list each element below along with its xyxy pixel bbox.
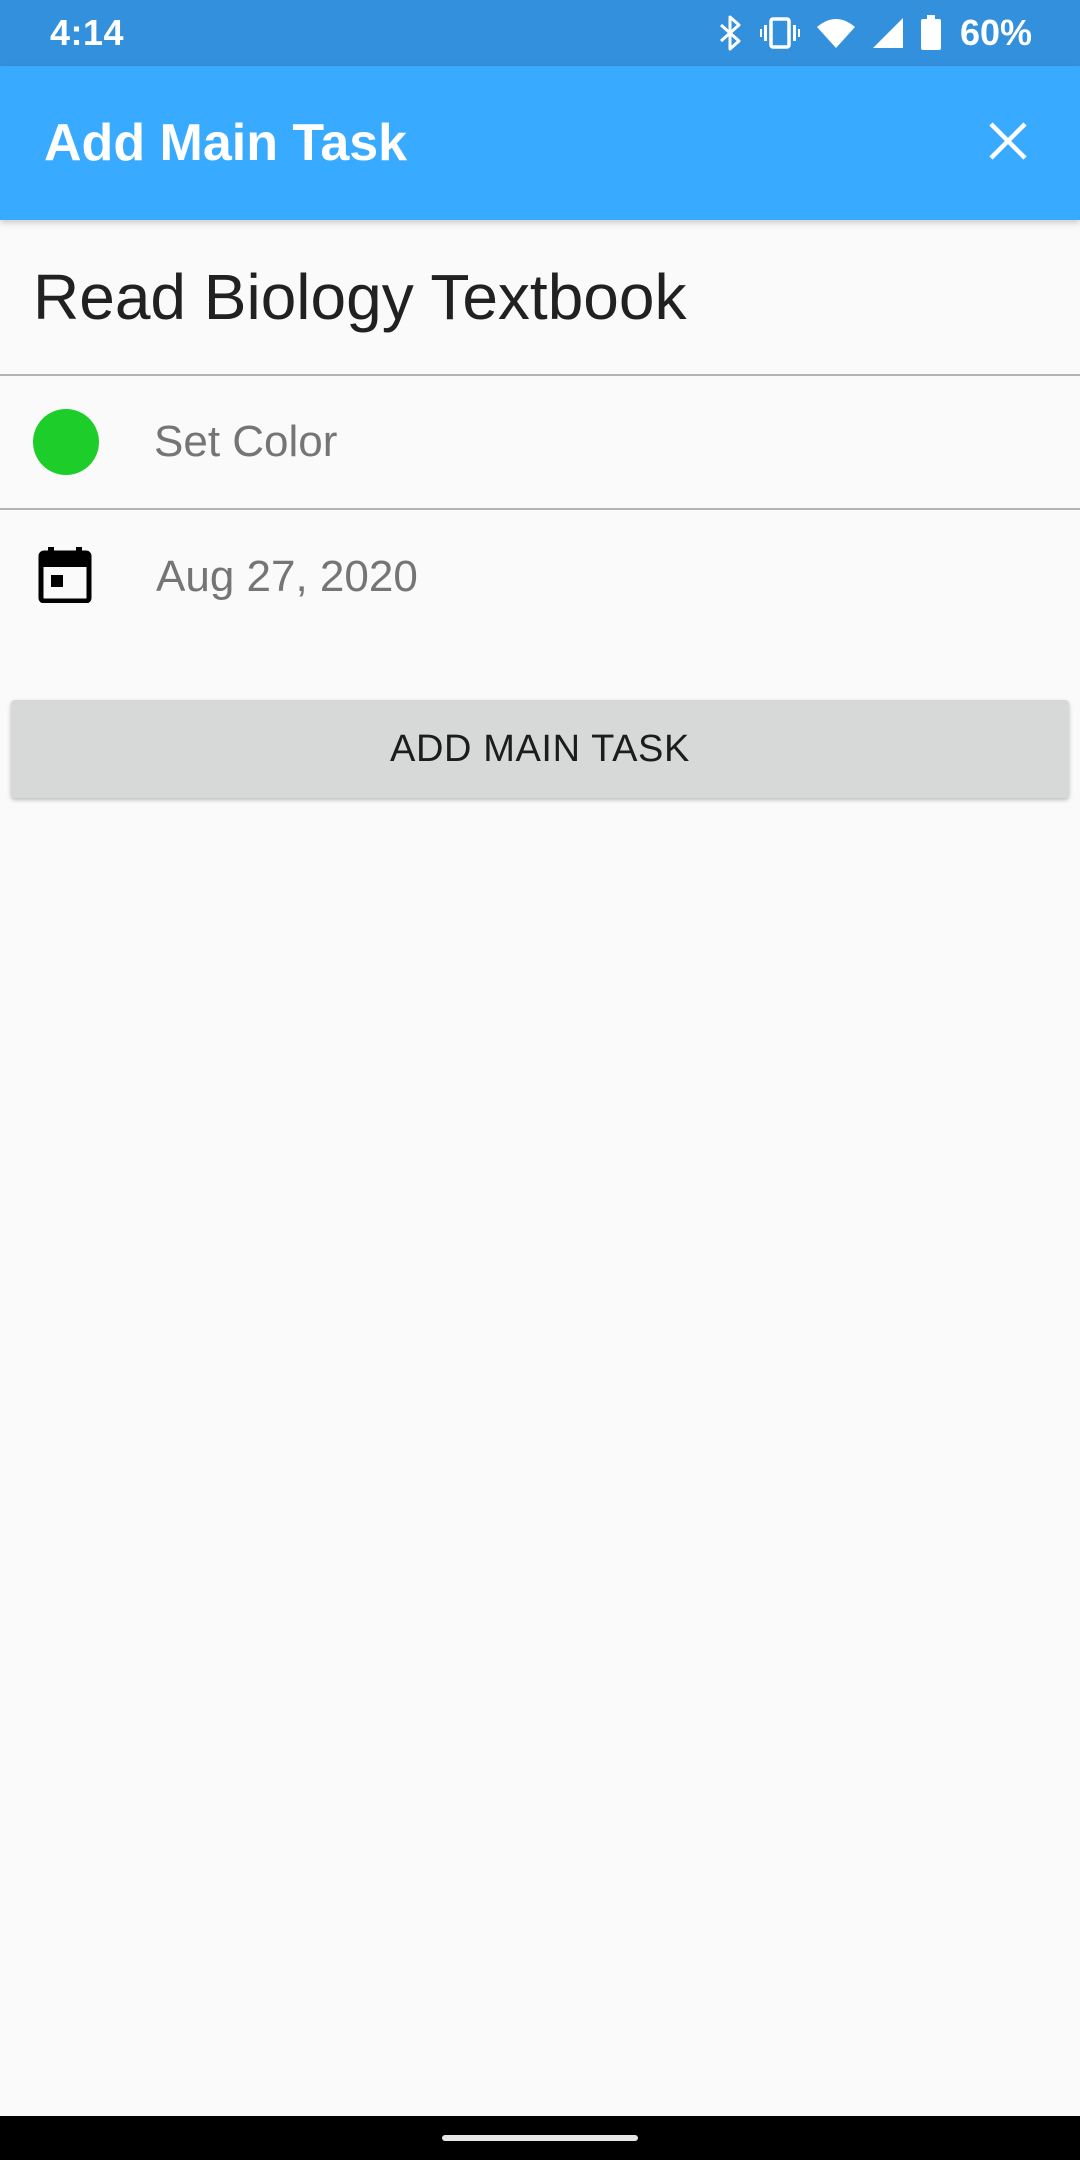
status-bar: 4:14 60% [0, 0, 1080, 66]
task-name-field [0, 220, 1080, 376]
status-icons: 60% [718, 12, 1032, 54]
add-main-task-button[interactable]: ADD MAIN TASK [11, 700, 1069, 798]
battery-icon [920, 15, 942, 51]
close-button[interactable] [976, 111, 1040, 175]
set-color-row[interactable]: Set Color [0, 376, 1080, 510]
bluetooth-icon [718, 15, 744, 51]
date-value: Aug 27, 2020 [156, 552, 418, 601]
calendar-icon [38, 546, 92, 608]
due-date-row[interactable]: Aug 27, 2020 [0, 510, 1080, 644]
wifi-icon [816, 17, 856, 49]
home-handle[interactable] [442, 2135, 638, 2141]
vibrate-icon [759, 17, 800, 49]
signal-icon [872, 17, 904, 49]
close-icon [988, 121, 1028, 166]
app-bar: Add Main Task [0, 66, 1080, 220]
status-time: 4:14 [50, 12, 125, 53]
set-color-label: Set Color [154, 417, 338, 466]
task-name-input[interactable] [33, 260, 1033, 334]
color-swatch [33, 409, 99, 475]
battery-percent: 60% [959, 12, 1032, 53]
navigation-bar [0, 2116, 1080, 2160]
page-title: Add Main Task [44, 114, 408, 172]
